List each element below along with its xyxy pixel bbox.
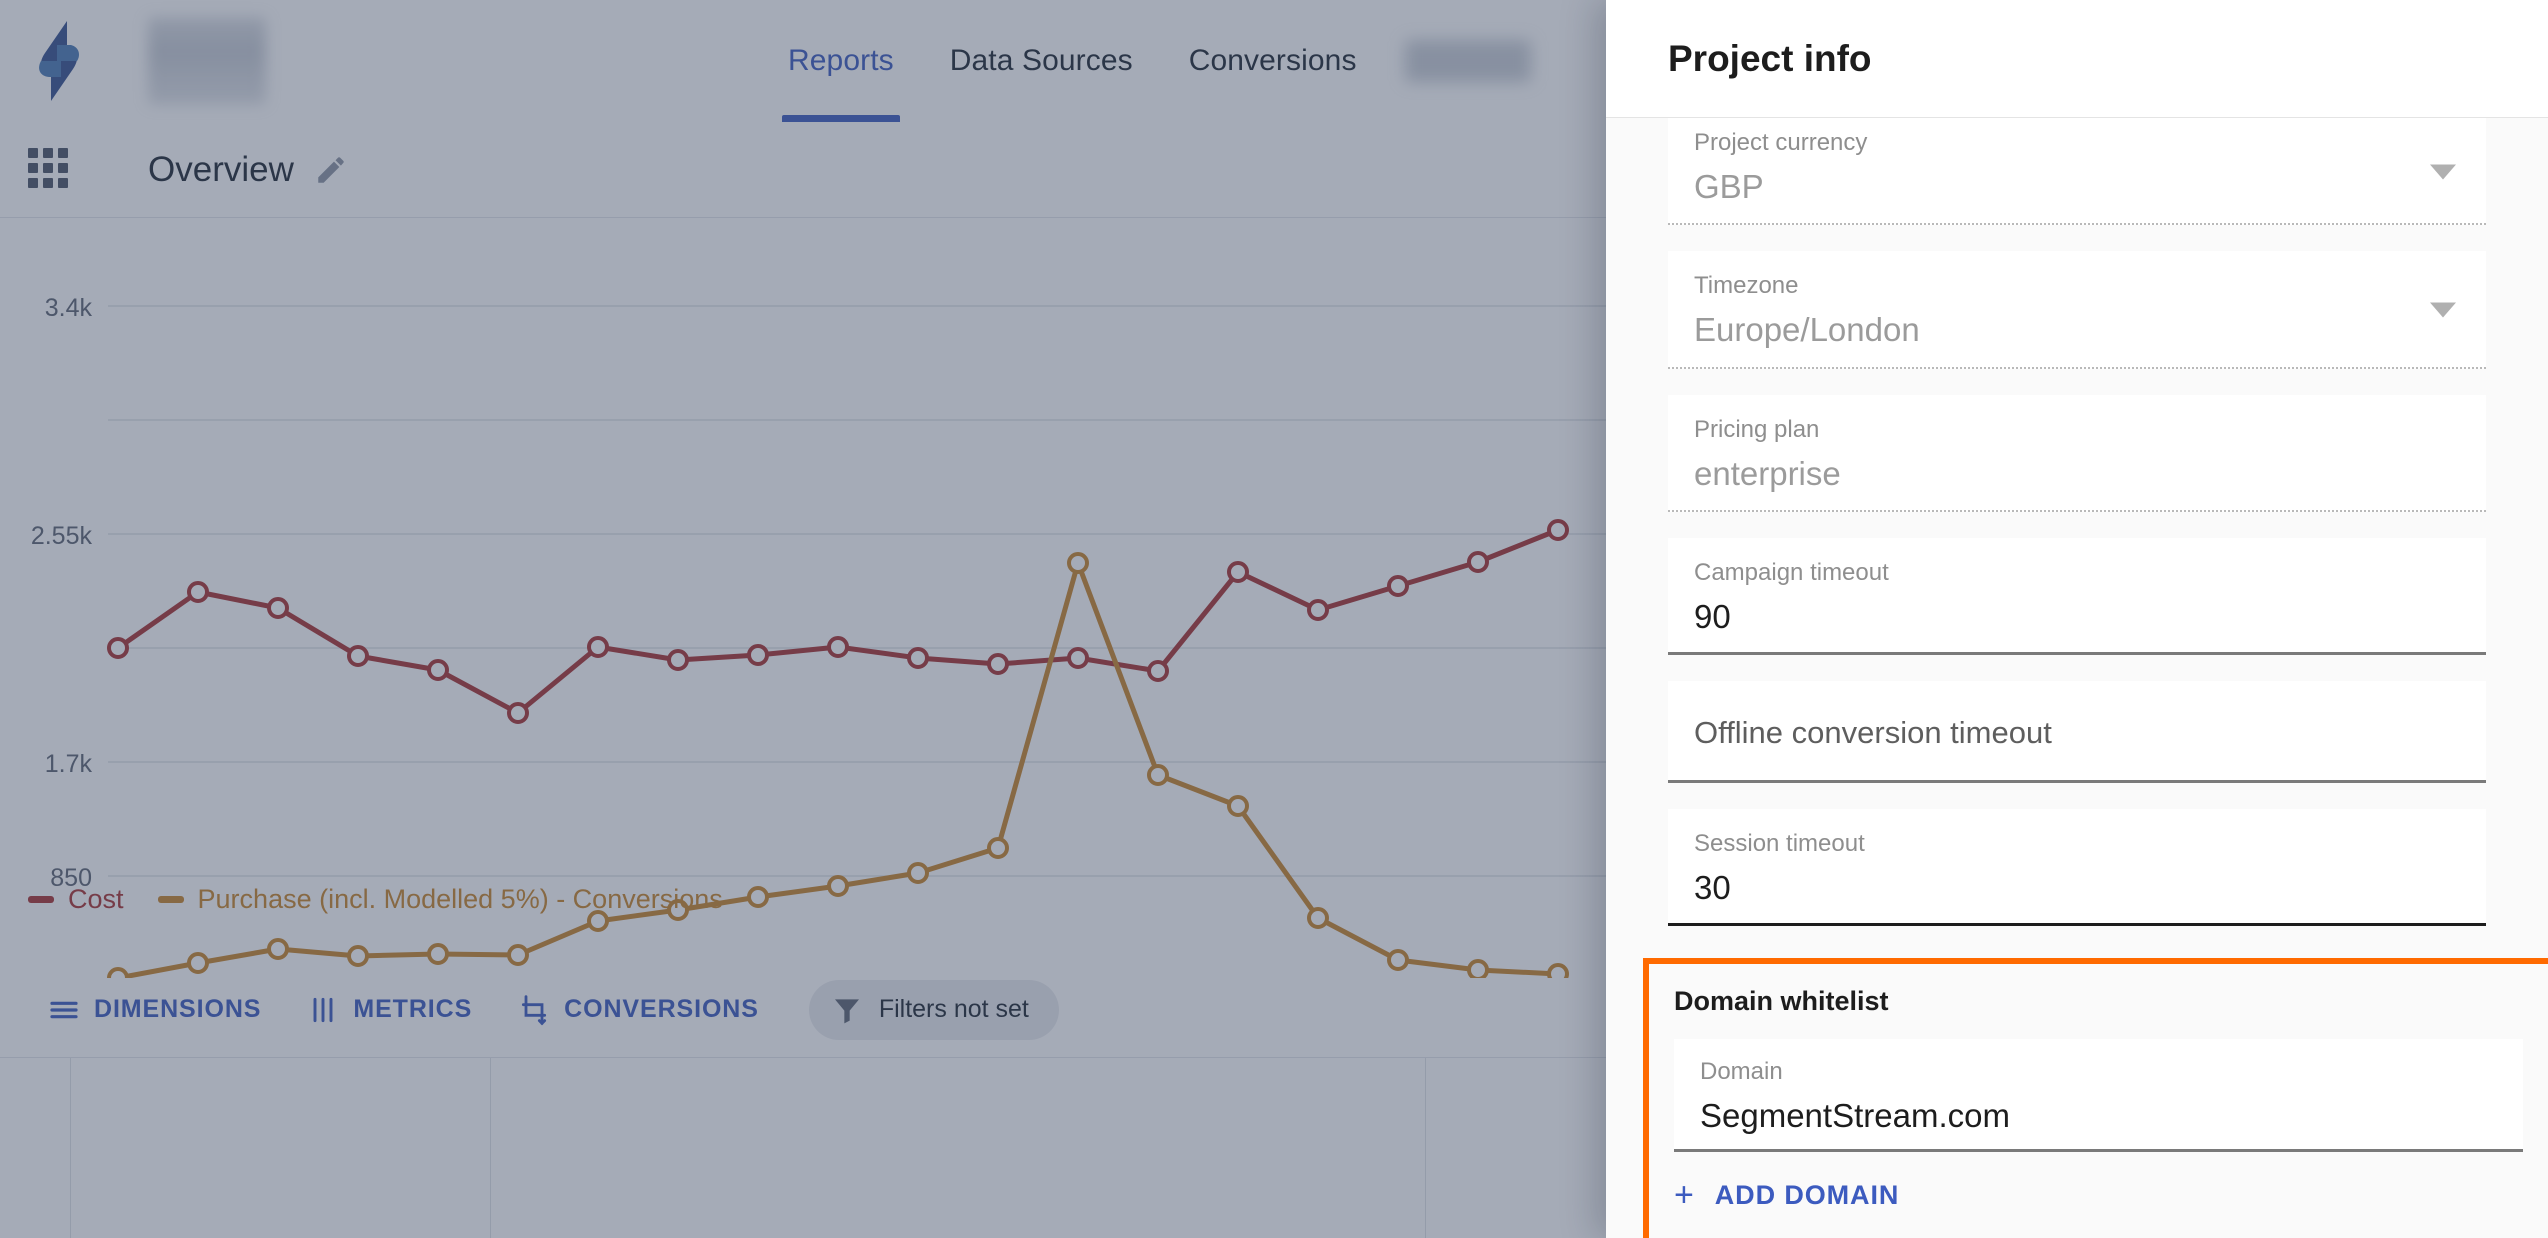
brand-name-blurred [148, 17, 266, 105]
metrics-label: METRICS [353, 995, 473, 1023]
chart-points-cost [107, 519, 1569, 724]
field-underline [1668, 923, 2486, 927]
svg-text:2.55k: 2.55k [31, 522, 93, 550]
tab-blurred[interactable] [1404, 40, 1531, 82]
field-campaign-timeout[interactable]: Campaign timeout 90 [1668, 537, 2486, 655]
field-domain-value: SegmentStream.com [1700, 1096, 2010, 1134]
filters-label: Filters not set [878, 995, 1029, 1023]
legend-item-purchase[interactable]: Purchase (incl. Modelled 5%) - Conversio… [157, 884, 723, 915]
legend-label-cost: Cost [68, 884, 124, 914]
chart-series-cost [115, 527, 1561, 716]
field-underline [1674, 1149, 2523, 1152]
bars-icon [313, 997, 333, 1022]
dimensions-label: DIMENSIONS [94, 995, 262, 1023]
hamburger-icon [50, 1001, 78, 1018]
field-underline [1668, 366, 2486, 369]
plus-icon: + [1674, 1176, 1695, 1214]
filters-chip[interactable]: Filters not set [808, 979, 1059, 1040]
field-pricing-plan: Pricing plan enterprise [1668, 394, 2486, 512]
panel-header: Project info [1606, 0, 2548, 118]
segmentstream-logo-icon [39, 21, 79, 101]
field-underline [1668, 652, 2486, 655]
chart-canvas: 3.4k 2.55k 1.7k 850 0 7/2/2022 7/4/2022 … [31, 294, 1606, 978]
field-project-currency-label: Project currency [1694, 129, 1868, 156]
legend-swatch-purchase [157, 896, 184, 903]
tab-reports[interactable]: Reports [760, 0, 922, 122]
field-offline-conversion-timeout[interactable]: Offline conversion timeout [1668, 681, 2486, 783]
tab-reports-label: Reports [788, 44, 894, 77]
field-timezone[interactable]: Timezone Europe/London [1668, 251, 2486, 369]
field-timezone-value: Europe/London [1694, 311, 1920, 349]
conversions-button[interactable]: CONVERSIONS [500, 982, 777, 1038]
crop-icon [522, 994, 547, 1025]
tab-data-sources-label: Data Sources [949, 44, 1133, 77]
field-project-currency[interactable]: Project currency GBP [1668, 118, 2486, 226]
app-root: Reports Data Sources Conversions Overvie… [0, 0, 2548, 1238]
analytics-app-background: Reports Data Sources Conversions Overvie… [0, 0, 1606, 1238]
field-pricing-plan-label: Pricing plan [1694, 415, 1820, 443]
panel-title: Project info [1668, 37, 1872, 79]
chevron-down-icon[interactable] [2430, 164, 2456, 180]
domain-whitelist-title: Domain whitelist [1674, 985, 1889, 1016]
tab-conversions-label: Conversions [1188, 44, 1357, 77]
dimensions-button[interactable]: DIMENSIONS [30, 982, 279, 1038]
field-domain[interactable]: Domain SegmentStream.com [1674, 1038, 2523, 1152]
funnel-icon [834, 998, 859, 1023]
legend-item-cost[interactable]: Cost [28, 884, 124, 915]
field-project-currency-value: GBP [1694, 168, 1764, 205]
svg-text:3.4k: 3.4k [45, 294, 93, 322]
project-info-panel: Project info Project currency GBP Timezo… [1606, 0, 2548, 1238]
time-series-chart: 3.4k 2.55k 1.7k 850 0 7/2/2022 7/4/2022 … [0, 218, 1606, 978]
legend-swatch-cost [28, 896, 54, 903]
domain-whitelist-section: Domain whitelist Domain SegmentStream.co… [1643, 957, 2548, 1238]
field-offline-conversion-timeout-label: Offline conversion timeout [1694, 715, 2052, 750]
field-session-timeout-label: Session timeout [1694, 830, 1865, 857]
metrics-button[interactable]: METRICS [289, 982, 490, 1038]
legend-label-purchase: Purchase (incl. Modelled 5%) - Conversio… [197, 884, 723, 914]
add-domain-label: ADD DOMAIN [1714, 1179, 1900, 1210]
svg-text:1.7k: 1.7k [45, 750, 93, 778]
add-domain-button[interactable]: + ADD DOMAIN [1649, 1152, 2548, 1212]
field-session-timeout[interactable]: Session timeout 30 [1668, 809, 2486, 927]
chevron-down-icon[interactable] [2430, 302, 2456, 318]
conversions-label: CONVERSIONS [564, 995, 759, 1023]
field-domain-label: Domain [1700, 1057, 1783, 1085]
field-underline [1668, 509, 2486, 512]
table-column-divider [1425, 1058, 1426, 1238]
page-title: Overview [148, 149, 294, 189]
field-session-timeout-value: 30 [1694, 869, 1731, 906]
field-underline [1668, 223, 2486, 226]
report-controls-toolbar: DIMENSIONS METRICS CONVERSIONS Filters n… [0, 962, 1606, 1058]
report-header: Overview [0, 122, 1606, 218]
tab-data-sources[interactable]: Data Sources [922, 0, 1161, 122]
grid-menu-icon[interactable] [28, 147, 72, 192]
table-column-divider [490, 1058, 491, 1238]
field-campaign-timeout-label: Campaign timeout [1694, 558, 1889, 586]
app-logo[interactable] [0, 19, 118, 103]
chart-y-axis-labels: 3.4k 2.55k 1.7k 850 0 [31, 294, 93, 892]
results-table [0, 1058, 1606, 1238]
nav-tab-list: Reports Data Sources Conversions [760, 0, 1531, 122]
pencil-icon[interactable] [314, 153, 348, 187]
top-navigation-bar: Reports Data Sources Conversions [0, 0, 1606, 122]
table-column-divider [70, 1058, 71, 1238]
tab-conversions[interactable]: Conversions [1161, 0, 1385, 122]
chart-legend: Cost Purchase (incl. Modelled 5%) - Conv… [28, 884, 723, 915]
chart-series-purchase [115, 560, 1561, 978]
field-pricing-plan-value: enterprise [1694, 454, 1841, 492]
panel-body[interactable]: Project currency GBP Timezone Europe/Lon… [1606, 118, 2548, 1238]
field-timezone-label: Timezone [1694, 272, 1799, 300]
field-underline [1668, 780, 2486, 783]
field-campaign-timeout-value: 90 [1694, 597, 1731, 635]
